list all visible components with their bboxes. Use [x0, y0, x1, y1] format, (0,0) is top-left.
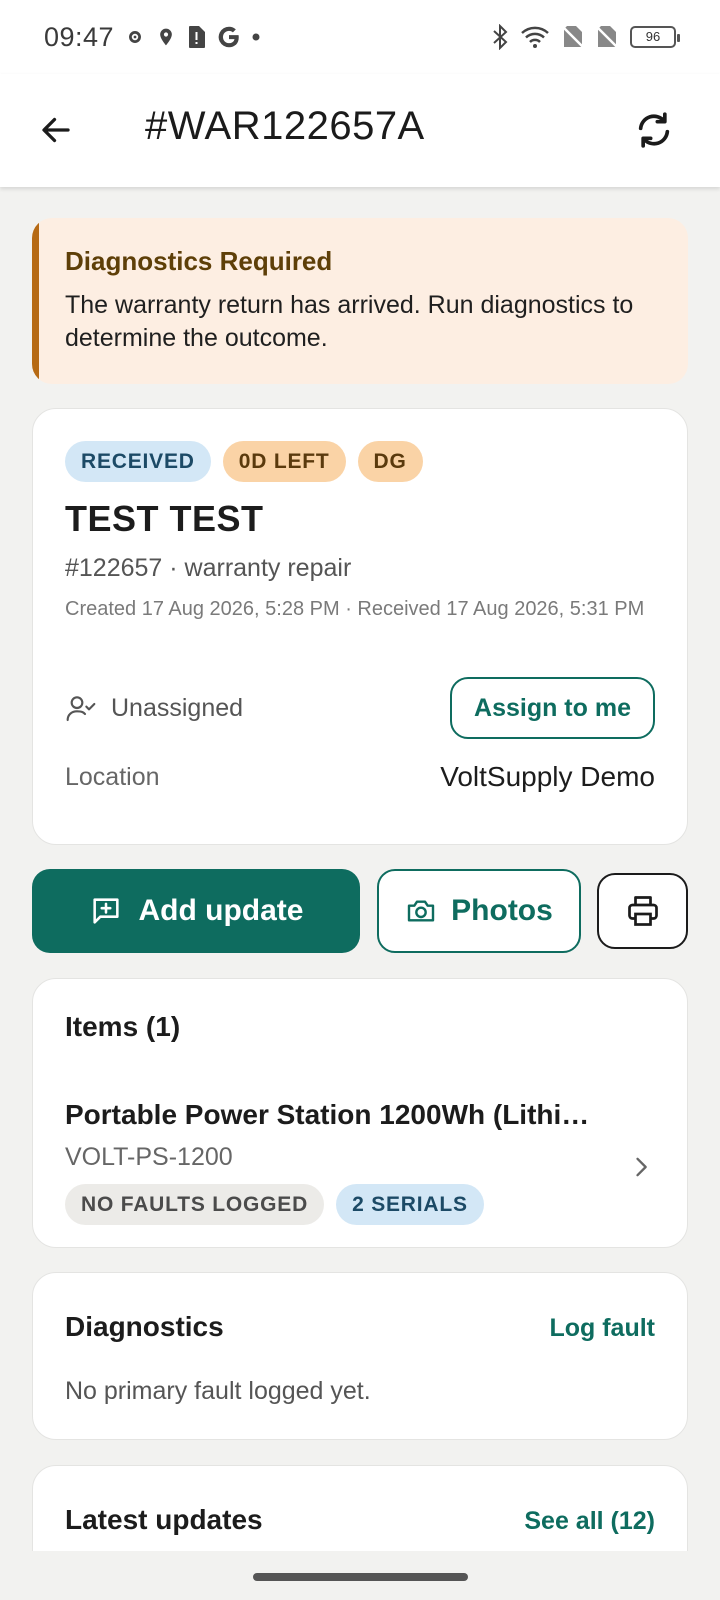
bluetooth-icon [493, 24, 508, 50]
status-bar-left: 09:47 [44, 22, 260, 53]
location-value: VoltSupply Demo [440, 761, 655, 792]
home-handle[interactable] [253, 1573, 468, 1581]
refresh-button[interactable] [632, 108, 676, 152]
list-item[interactable]: Portable Power Station 1200Wh (Lithium V… [65, 1099, 655, 1225]
summary-card: RECEIVED 0D LEFT DG TEST TEST #122657 · … [32, 408, 688, 845]
message-plus-icon [92, 898, 119, 924]
photos-button[interactable]: Photos [377, 869, 581, 953]
action-buttons: Add update Photos [32, 869, 688, 953]
status-badge: RECEIVED [65, 441, 211, 482]
serials-badge: 2 SERIALS [336, 1184, 484, 1225]
location-label: Location [65, 762, 160, 791]
back-button[interactable] [36, 110, 76, 150]
banner-text: The warranty return has arrived. Run dia… [65, 291, 634, 352]
status-chips: RECEIVED 0D LEFT DG [65, 441, 655, 482]
page-title: #WAR122657A [145, 104, 425, 148]
sim-alert-icon [189, 26, 206, 48]
print-button[interactable] [597, 873, 688, 949]
status-bar: 09:47 96 [0, 0, 720, 74]
user-check-icon [66, 696, 96, 722]
photos-label: Photos [451, 894, 553, 927]
items-title: Items (1) [65, 1011, 181, 1042]
location-icon [160, 28, 172, 46]
gesture-bar [0, 1551, 720, 1600]
add-update-label: Add update [138, 894, 304, 927]
see-all-link[interactable]: See all (12) [524, 1507, 655, 1536]
no-sim-icon [596, 26, 618, 48]
app-bar: #WAR122657A [0, 74, 720, 187]
no-sim-icon [562, 26, 584, 48]
diagnostics-title: Diagnostics [65, 1311, 224, 1342]
refresh-icon [638, 112, 670, 148]
google-icon [218, 26, 239, 48]
diagnostics-empty-text: No primary fault logged yet. [65, 1377, 371, 1405]
arrow-left-icon [42, 117, 70, 143]
status-bar-right: 96 [492, 24, 680, 50]
items-card: Items (1) Portable Power Station 1200Wh … [32, 978, 688, 1248]
banner-title: Diagnostics Required [65, 246, 333, 276]
add-update-button[interactable]: Add update [32, 869, 360, 953]
item-chips: NO FAULTS LOGGED 2 SERIALS [65, 1184, 655, 1225]
diagnostics-banner: Diagnostics Required The warranty return… [32, 218, 688, 384]
assignee-row: Unassigned Assign to me [65, 677, 655, 739]
item-name: Portable Power Station 1200Wh (Lithium [65, 1099, 595, 1130]
log-fault-link[interactable]: Log fault [549, 1314, 655, 1343]
customer-name: TEST TEST [65, 498, 264, 539]
wifi-icon [521, 26, 549, 48]
days-left-badge: 0D LEFT [222, 441, 346, 482]
updates-title: Latest updates [65, 1504, 263, 1535]
faults-badge: NO FAULTS LOGGED [65, 1184, 325, 1225]
settings-sync-icon [129, 31, 142, 43]
location-row: Location VoltSupply Demo [65, 761, 655, 793]
dates-line: Created 17 Aug 2026, 5:28 PM · Received … [65, 598, 645, 620]
assignee-label: Unassigned [111, 693, 244, 722]
dg-badge: DG [357, 441, 423, 482]
camera-icon [407, 900, 435, 922]
diagnostics-card: Diagnostics Log fault No primary fault l… [32, 1272, 688, 1440]
printer-icon [627, 896, 658, 926]
item-sku: VOLT-PS-1200 [65, 1143, 233, 1171]
assign-to-me-button[interactable]: Assign to me [450, 677, 655, 739]
assignee: Unassigned [65, 692, 243, 724]
status-left-icons [124, 24, 260, 50]
status-time: 09:47 [44, 21, 115, 52]
dot-icon [252, 33, 260, 41]
reference-line: #122657 · warranty repair [65, 554, 352, 582]
battery-icon: 96 [630, 26, 680, 48]
chevron-right-icon [636, 1157, 647, 1177]
